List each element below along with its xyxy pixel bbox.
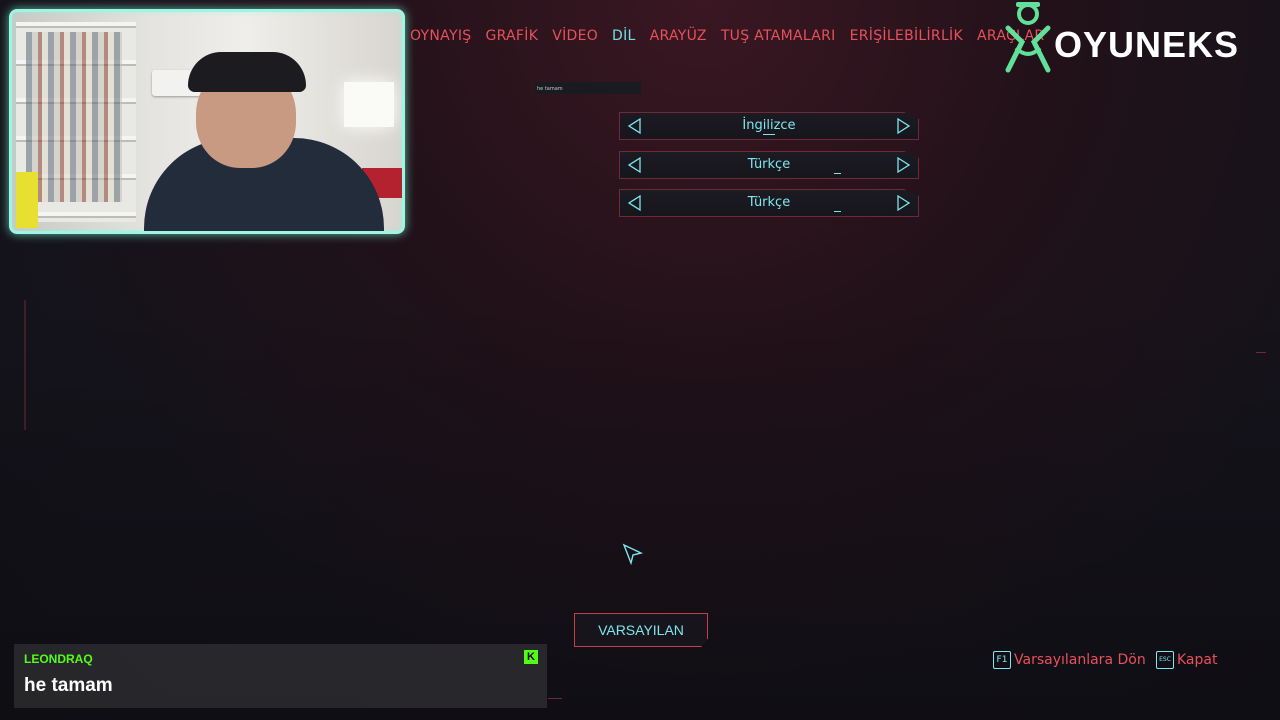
tab-graphics[interactable]: GRAFİK	[485, 26, 538, 46]
voice-language-selector[interactable]: İngilizce	[619, 112, 919, 140]
restore-defaults-label: Varsayılanlara Dön	[1014, 652, 1146, 668]
selector-position-indicator	[834, 211, 841, 212]
webcam-overlay	[9, 9, 405, 234]
close-label: Kapat	[1177, 652, 1218, 668]
webcam-shelf-items	[26, 32, 122, 202]
kick-platform-icon: K	[524, 650, 538, 664]
reset-defaults-button[interactable]: VARSAYILAN	[574, 613, 708, 647]
selector-position-indicator	[834, 173, 841, 174]
chat-username: LEONDRAQ	[24, 652, 93, 666]
chat-overlay: LEONDRAQ K he tamam	[14, 644, 547, 708]
text-language-selector[interactable]: Türkçe	[619, 189, 919, 217]
tab-video[interactable]: VİDEO	[552, 26, 598, 46]
next-arrow-icon[interactable]	[894, 194, 912, 212]
small-tooltip: he tamam	[535, 82, 641, 94]
f1-key-icon: F1	[993, 651, 1011, 669]
subtitle-language-selector[interactable]: Türkçe	[619, 151, 919, 179]
tooltip-text: he tamam	[537, 86, 563, 92]
esc-key-icon: ESC	[1156, 651, 1174, 669]
selector-position-indicator	[763, 134, 775, 135]
streamer-cap	[188, 52, 306, 92]
selector-value: Türkçe	[747, 157, 791, 172]
oyuneks-mascot-icon	[1005, 2, 1051, 73]
brand-name: OYUNEKS	[1054, 24, 1240, 65]
tab-language[interactable]: DİL	[612, 26, 636, 46]
right-decoration	[1256, 352, 1266, 353]
restore-defaults-hint[interactable]: F1 Varsayılanlara Dön	[993, 650, 1146, 670]
bottom-decoration	[548, 698, 562, 699]
tab-accessibility[interactable]: ERİŞİLEBİLİRLİK	[850, 26, 963, 46]
settings-tabs: OYNAYIŞ GRAFİK VİDEO DİL ARAYÜZ TUŞ ATAM…	[410, 26, 1058, 46]
next-arrow-icon[interactable]	[894, 156, 912, 174]
next-arrow-icon[interactable]	[894, 117, 912, 135]
webcam-streamer	[144, 48, 384, 231]
mouse-cursor-icon	[622, 543, 644, 565]
tab-interface[interactable]: ARAYÜZ	[650, 26, 707, 46]
webcam-plant	[16, 172, 38, 228]
left-side-decoration	[24, 300, 26, 430]
oyuneks-logo: OYUNEKS	[1002, 0, 1272, 74]
tab-key-bindings[interactable]: TUŞ ATAMALARI	[721, 26, 836, 46]
selector-value: İngilizce	[742, 118, 796, 133]
chat-message: he tamam	[24, 675, 113, 696]
close-hint[interactable]: ESC Kapat	[1156, 650, 1217, 670]
tab-gameplay[interactable]: OYNAYIŞ	[410, 26, 471, 46]
selector-value: Türkçe	[747, 195, 791, 210]
